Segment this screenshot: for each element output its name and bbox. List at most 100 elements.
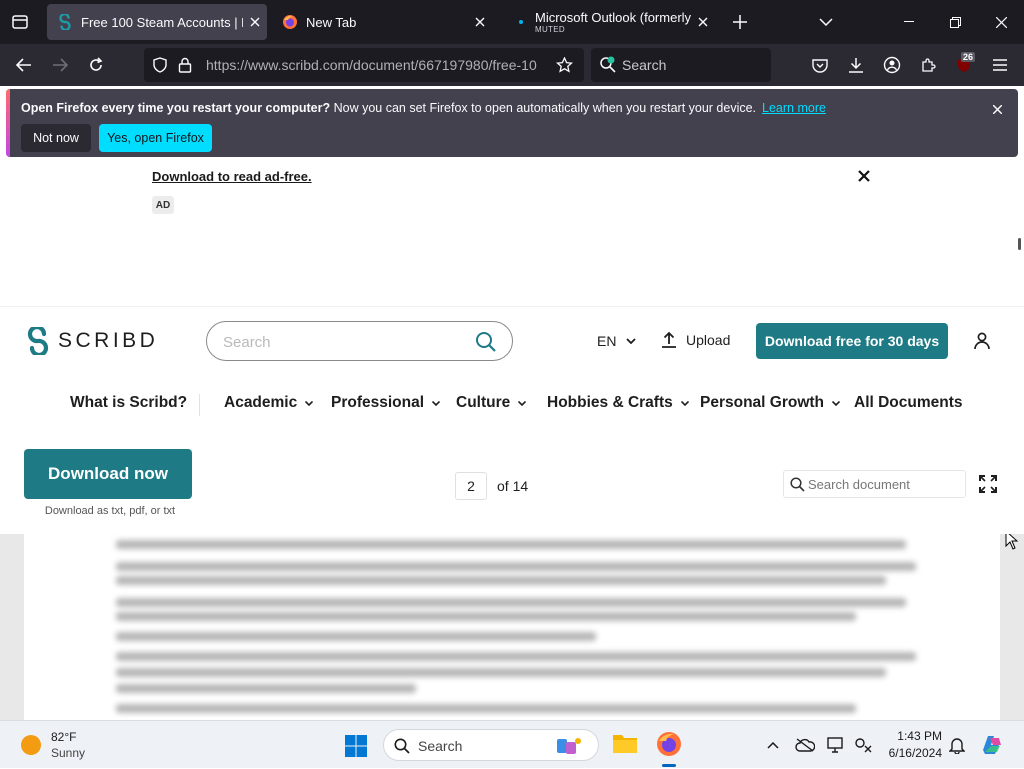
nav-culture[interactable]: Culture [456,394,527,412]
tab-scribd[interactable]: Free 100 Steam Accounts | PDF [47,4,267,40]
minimize-button[interactable] [886,0,932,44]
tab-new-tab[interactable]: New Tab [272,4,492,40]
notification-bold-text: Open Firefox every time you restart your… [21,101,331,115]
forward-button[interactable] [44,49,76,81]
search-icon [790,477,805,492]
navigation-toolbar: https://www.scribd.com/document/66719798… [0,44,1024,86]
download-formats-text: Download as txt, pdf, or txt [44,505,176,517]
upload-icon [662,331,676,348]
category-nav: What is Scribd? Academic Professional Cu… [0,374,1024,436]
downloads-button[interactable] [840,49,872,81]
clock-date[interactable]: 6/16/2024 [870,746,942,760]
extensions-button[interactable] [912,49,944,81]
site-search-box[interactable] [206,321,513,361]
notifications-button[interactable] [947,735,967,755]
chevron-down-icon [819,18,833,26]
ublock-extension-button[interactable]: 26 [948,49,980,81]
firefox-taskbar-button[interactable] [656,731,682,757]
not-now-button[interactable]: Not now [21,124,91,152]
nav-academic[interactable]: Academic [224,394,314,412]
search-highlight-icon [557,738,581,754]
active-app-indicator [662,764,676,767]
close-notification-button[interactable] [988,100,1006,118]
user-account-button[interactable] [971,330,993,352]
scrollbar-thumb[interactable] [1018,238,1021,250]
copilot-button[interactable] [979,732,1005,758]
lock-icon[interactable] [178,57,192,73]
download-now-button[interactable]: Download now [24,449,192,499]
onedrive-tray-button[interactable] [795,735,815,755]
back-button[interactable] [8,49,40,81]
weather-temperature: 82°F [51,730,77,744]
learn-more-link[interactable]: Learn more [762,101,826,115]
account-button[interactable] [876,49,908,81]
restore-button[interactable] [932,0,978,44]
start-button[interactable] [344,734,368,758]
search-document-input[interactable]: Search document [783,470,966,498]
search-document-placeholder: Search document [808,477,910,492]
shield-icon[interactable] [152,57,168,73]
windows-taskbar: 82°F Sunny Search 1:43 PM 6/16/2024 [0,720,1024,768]
site-search-input[interactable] [223,331,473,353]
scribd-logo-text[interactable]: SCRIBD [58,329,158,353]
tab-overview-button[interactable] [8,10,32,34]
close-icon [858,170,870,182]
document-viewer[interactable] [0,534,1024,720]
taskbar-search-label: Search [418,738,463,754]
nav-professional[interactable]: Professional [331,394,441,412]
blurred-text-line [116,540,906,549]
list-tabs-button[interactable] [814,10,838,34]
forward-arrow-icon [53,58,68,72]
taskbar-search[interactable]: Search [383,729,599,761]
page-number-input[interactable]: 2 [455,472,487,500]
bookmark-star-icon[interactable] [556,57,573,73]
file-explorer-button[interactable] [612,731,638,757]
scribd-logo-icon[interactable] [26,327,50,355]
search-icon[interactable] [475,331,497,353]
upload-button[interactable]: Upload [661,331,730,348]
dot-icon [515,14,527,30]
app-menu-button[interactable] [984,49,1016,81]
close-ad-button[interactable] [856,168,872,184]
close-tab-icon[interactable] [243,10,267,34]
upload-label: Upload [686,331,731,348]
close-tab-icon[interactable] [691,10,715,34]
download-ad-free-link[interactable]: Download to read ad-free. [152,169,312,184]
pocket-icon [812,58,828,73]
extension-badge: 26 [961,52,976,62]
new-tab-button[interactable] [728,10,752,34]
nav-what-is-scribd[interactable]: What is Scribd? [70,394,187,412]
scribd-header: SCRIBD EN Upload Download free for 30 da… [0,306,1024,374]
blurred-text-line [116,576,886,585]
fullscreen-button[interactable] [978,474,998,494]
language-label: EN [597,333,617,349]
folder-icon [613,735,637,753]
download-free-trial-button[interactable]: Download free for 30 days [756,323,948,359]
close-window-button[interactable] [978,0,1024,44]
list-all-tabs-icon [12,15,28,29]
nav-personal-growth[interactable]: Personal Growth [700,394,841,412]
weather-widget[interactable]: 82°F Sunny [0,721,110,769]
notification-accent-stripe [6,89,10,157]
chevron-up-icon [767,741,779,749]
clock-time[interactable]: 1:43 PM [880,729,942,743]
tab-outlook[interactable]: Microsoft Outlook (formerly Ho MUTED [505,4,715,40]
download-icon [849,58,863,73]
monitor-icon [827,737,843,753]
nav-all-documents[interactable]: All Documents [854,394,963,412]
display-tray-button[interactable] [826,735,846,755]
nav-hobbies-crafts[interactable]: Hobbies & Crafts [547,394,689,412]
plus-icon [733,15,747,29]
web-search-bar[interactable]: Search [591,48,771,82]
bell-icon [949,737,965,754]
address-bar[interactable]: https://www.scribd.com/document/66719798… [144,48,584,82]
language-selector[interactable]: EN [597,333,637,349]
yes-open-firefox-button[interactable]: Yes, open Firefox [99,124,212,152]
chevron-down-icon [518,400,527,406]
close-tab-icon[interactable] [468,10,492,34]
fullscreen-icon [979,475,997,493]
reload-button[interactable] [80,49,112,81]
pocket-button[interactable] [804,49,836,81]
tab-title: Free 100 Steam Accounts | PDF [81,14,243,30]
show-hidden-icons-button[interactable] [763,735,783,755]
